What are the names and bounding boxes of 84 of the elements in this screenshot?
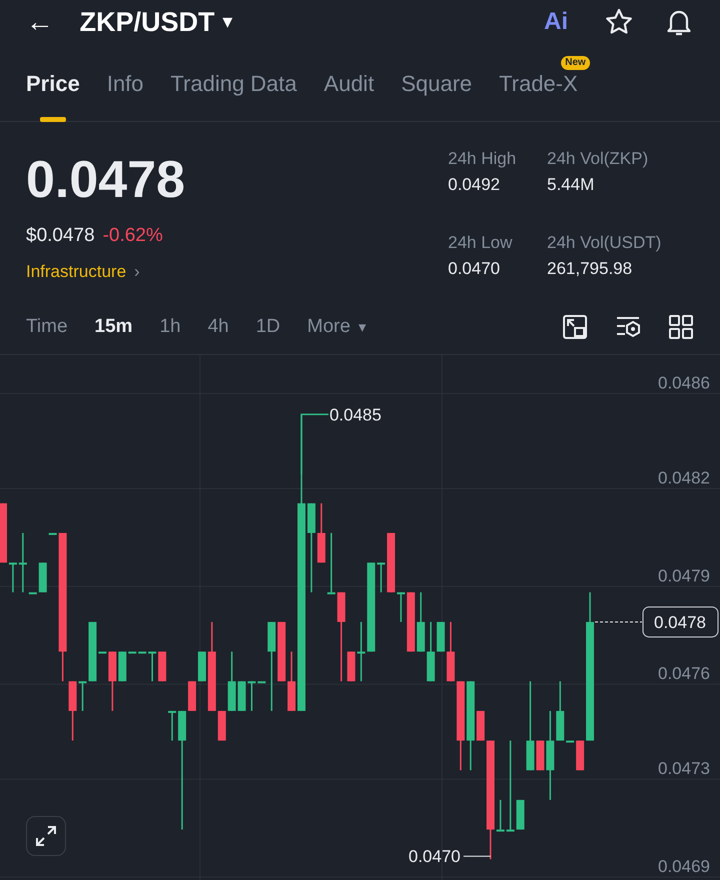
- candlestick: [357, 622, 366, 682]
- new-badge: New: [561, 56, 590, 70]
- price-line: [594, 621, 642, 622]
- high-label: 0.0485: [329, 405, 382, 424]
- tab[interactable]: Info: [106, 44, 144, 122]
- indicator-settings-icon[interactable]: [615, 314, 641, 340]
- candlestick: [188, 681, 196, 711]
- candlestick: [258, 680, 266, 684]
- candlestick: [566, 740, 574, 743]
- candlestick: [28, 592, 37, 594]
- leader-line: [300, 414, 328, 474]
- pair-selector[interactable]: ZKP/USDT ▾: [80, 2, 233, 42]
- candlestick: [238, 681, 246, 711]
- usd-price: $0.0478: [26, 224, 95, 248]
- candlestick: [556, 681, 564, 741]
- axis-label: 0.0482: [658, 468, 710, 488]
- candlestick: [158, 652, 166, 682]
- expand-button[interactable]: [26, 816, 66, 856]
- candlestick: [0, 503, 7, 563]
- interval-tab[interactable]: 15m: [94, 312, 133, 342]
- candlestick: [436, 622, 445, 652]
- candlestick: [576, 740, 584, 770]
- tab[interactable]: Price: [26, 44, 80, 122]
- axis-label: 0.0476: [658, 664, 710, 684]
- interval-tab[interactable]: 1h: [160, 312, 181, 342]
- grid-icon[interactable]: [668, 314, 694, 340]
- axis-label: 0.0486: [658, 374, 710, 393]
- candlestick: [536, 740, 544, 770]
- candlestick: [108, 652, 116, 711]
- candlestick: [377, 562, 386, 592]
- interval-tab[interactable]: More ▾: [307, 312, 366, 342]
- back-button[interactable]: ←: [26, 8, 54, 36]
- category-link[interactable]: Infrastructure ›: [26, 258, 140, 284]
- tab[interactable]: Square: [401, 44, 472, 122]
- candlestick: [198, 652, 206, 682]
- picture-in-picture-icon[interactable]: [562, 314, 588, 340]
- interval-tab[interactable]: Time: [26, 312, 68, 342]
- candlestick: [516, 800, 524, 830]
- candlestick: [476, 710, 485, 741]
- axis-label: 0.0479: [658, 566, 710, 586]
- tab[interactable]: Trading Data: [170, 44, 297, 122]
- low-label: 0.0470: [408, 847, 460, 866]
- candlestick: [248, 681, 256, 711]
- candlestick: [317, 503, 326, 563]
- tab[interactable]: Audit: [324, 44, 374, 122]
- candlestick: [38, 562, 47, 592]
- candlestick: [347, 652, 356, 682]
- candlestick: [228, 652, 236, 711]
- candlestick: [88, 622, 97, 682]
- stat-label: 24h Vol(ZKP): [547, 148, 650, 170]
- interval-tab[interactable]: 1D: [256, 312, 280, 342]
- stat-value: 0.0470: [448, 258, 501, 280]
- candlestick: [148, 652, 156, 682]
- candlestick: [98, 650, 106, 654]
- candlestick: [8, 562, 17, 592]
- last-price-tag: 0.0478: [642, 606, 718, 638]
- stat-value: 5.44M: [547, 174, 596, 196]
- interval-tab[interactable]: 4h: [208, 312, 229, 342]
- expand-icon: [35, 825, 57, 847]
- ai-button[interactable]: Ai: [544, 4, 568, 40]
- candlestick: [218, 710, 226, 741]
- candlestick: [426, 622, 435, 682]
- candlestick: [18, 532, 27, 592]
- candlestick: [118, 652, 126, 682]
- candlestick: [446, 622, 455, 682]
- candlestick: [278, 622, 286, 682]
- stat-label: 24h Low: [448, 232, 514, 254]
- candlestick: [78, 681, 87, 711]
- axis-label: 0.0469: [658, 857, 710, 876]
- leader-line: [463, 856, 491, 857]
- axis-label: 0.0473: [658, 759, 710, 778]
- candlestick: [327, 532, 336, 594]
- candlestick: [48, 532, 57, 535]
- candlestick: [68, 681, 77, 741]
- candlestick: [416, 592, 425, 652]
- stat-label: 24h Vol(USDT): [547, 232, 662, 254]
- candlestick: [168, 710, 176, 741]
- stat-value: 0.0492: [448, 174, 501, 196]
- candlestick: [406, 592, 415, 652]
- stat-label: 24h High: [448, 148, 518, 170]
- price-change: -0.62%: [102, 224, 163, 248]
- last-price: 0.0478: [26, 154, 186, 206]
- candlestick: [496, 800, 504, 832]
- stat-value: 261,795.98: [547, 258, 634, 280]
